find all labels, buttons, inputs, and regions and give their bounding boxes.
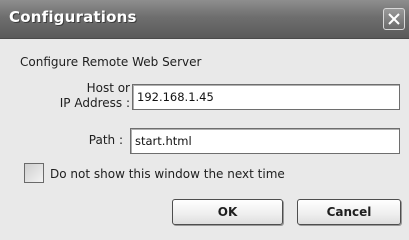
path-label: Path :: [88, 133, 123, 147]
dont-show-checkbox[interactable]: [24, 163, 44, 183]
close-button[interactable]: [383, 8, 405, 30]
configurations-dialog: Configurations Configure Remote Web Serv…: [0, 0, 409, 240]
cancel-button[interactable]: Cancel: [297, 199, 401, 225]
title-bar[interactable]: Configurations: [0, 0, 409, 39]
section-heading: Configure Remote Web Server: [20, 55, 202, 69]
host-label-line1: Host or: [86, 81, 130, 95]
host-label-line2: IP Address :: [59, 96, 130, 110]
dont-show-checkbox-label[interactable]: Do not show this window the next time: [50, 167, 285, 181]
host-input[interactable]: 192.168.1.45: [132, 84, 400, 110]
close-icon: [388, 13, 400, 25]
path-input[interactable]: start.html: [130, 128, 400, 154]
ok-button[interactable]: OK: [172, 199, 283, 225]
host-label: Host or IP Address :: [30, 81, 130, 111]
dialog-title: Configurations: [9, 8, 137, 26]
